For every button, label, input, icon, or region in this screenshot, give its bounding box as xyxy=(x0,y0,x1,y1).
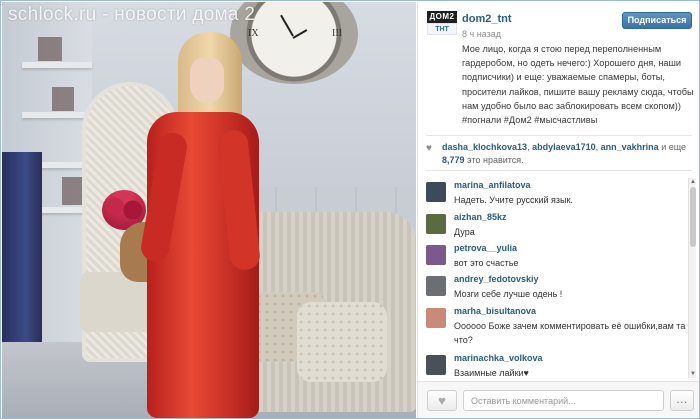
commenter-avatar[interactable] xyxy=(426,308,446,328)
commenter-avatar[interactable] xyxy=(426,245,446,265)
commenter-avatar[interactable] xyxy=(426,355,446,375)
likes-list: dasha_klochkova13, abdylaeva1710, ann_va… xyxy=(442,142,687,165)
commenter-avatar[interactable] xyxy=(426,182,446,202)
clock-hand xyxy=(292,29,308,39)
account-avatar[interactable]: ДОМ2 ТНТ xyxy=(427,11,457,39)
comment-text: Оооооо Боже зачем комментировать её ошиб… xyxy=(454,321,686,345)
photo-box xyxy=(62,177,84,205)
divider xyxy=(426,170,692,171)
post-photo[interactable]: XII III IX schlock.ru - новости дома 2 xyxy=(2,2,416,418)
clock-hand xyxy=(280,14,294,37)
photo-box xyxy=(38,37,62,61)
commenter-avatar[interactable] xyxy=(426,214,446,234)
photo-shelf xyxy=(22,62,92,68)
more-options-button[interactable]: ... xyxy=(670,390,694,411)
scrollbar-thumb[interactable] xyxy=(690,187,696,247)
commenter-username[interactable]: petrova__yulia xyxy=(454,243,517,253)
heart-icon: ♥ xyxy=(438,393,446,408)
likes-suffix: и еще xyxy=(661,142,687,152)
liker-username[interactable]: ann_vakhrina xyxy=(601,142,659,152)
watermark: schlock.ru - новости дома 2 xyxy=(8,4,256,25)
commenter-username[interactable]: marina_anfilatova xyxy=(454,180,531,190)
liker-username[interactable]: dasha_klochkova13 xyxy=(442,142,527,152)
comments-scrollbar[interactable]: ▲ ▼ xyxy=(688,178,696,378)
commenter-username[interactable]: aizhan_85kz xyxy=(454,212,507,222)
comment-text: Надеть. Учите русский язык. xyxy=(454,195,573,205)
scroll-up-arrow-icon[interactable]: ▲ xyxy=(689,178,697,186)
liker-username[interactable]: abdylaeva1710 xyxy=(532,142,596,152)
instagram-post-window: XII III IX schlock.ru - новости дома 2 Д… xyxy=(0,0,700,419)
comment-text: вот это счастье xyxy=(454,258,519,268)
clock-numeral: III xyxy=(332,28,342,39)
post-author-username[interactable]: dom2_tnt xyxy=(462,13,512,25)
post-caption: Мое лицо, когда я стою перед переполненн… xyxy=(462,44,694,126)
photo-box xyxy=(52,87,74,111)
comment-text: Дура xyxy=(454,227,475,237)
photo-person-face xyxy=(190,57,224,103)
commenter-username[interactable]: andrey_fedotovskiy xyxy=(454,274,539,284)
photo-shelf xyxy=(22,112,92,118)
follow-button[interactable]: Подписаться xyxy=(622,12,692,29)
post-sidebar: ДОМ2 ТНТ dom2_tnt Подписаться 8 ч назад … xyxy=(417,2,699,418)
clock-numeral: XII xyxy=(289,2,303,5)
commenter-username[interactable]: marha_bisultanova xyxy=(454,306,536,316)
likes-count-text: это нравится. xyxy=(467,155,524,165)
scroll-down-arrow-icon[interactable]: ▼ xyxy=(689,370,697,378)
clock-numeral: IX xyxy=(248,28,259,39)
comment-input[interactable] xyxy=(463,390,664,411)
logo-text-top: ДОМ2 xyxy=(427,11,457,23)
post-timestamp[interactable]: 8 ч назад xyxy=(462,29,501,39)
photo-pillow xyxy=(297,302,387,382)
heart-icon: ♥ xyxy=(426,143,432,154)
commenter-username[interactable]: marinachka_volkova xyxy=(454,353,543,363)
comments-list: marina_anfilatova Надеть. Учите русский … xyxy=(418,175,699,380)
comment-text: Взаимные лайки♥ xyxy=(454,368,529,378)
divider xyxy=(426,135,692,136)
commenter-avatar[interactable] xyxy=(426,276,446,296)
comment-text: Мозги себе лучше одень ! xyxy=(454,289,563,299)
logo-text-bottom: ТНТ xyxy=(427,23,457,35)
likes-count[interactable]: 8,779 xyxy=(442,155,465,165)
comment-bar: ♥ ... xyxy=(418,381,699,418)
like-button[interactable]: ♥ xyxy=(427,390,457,411)
